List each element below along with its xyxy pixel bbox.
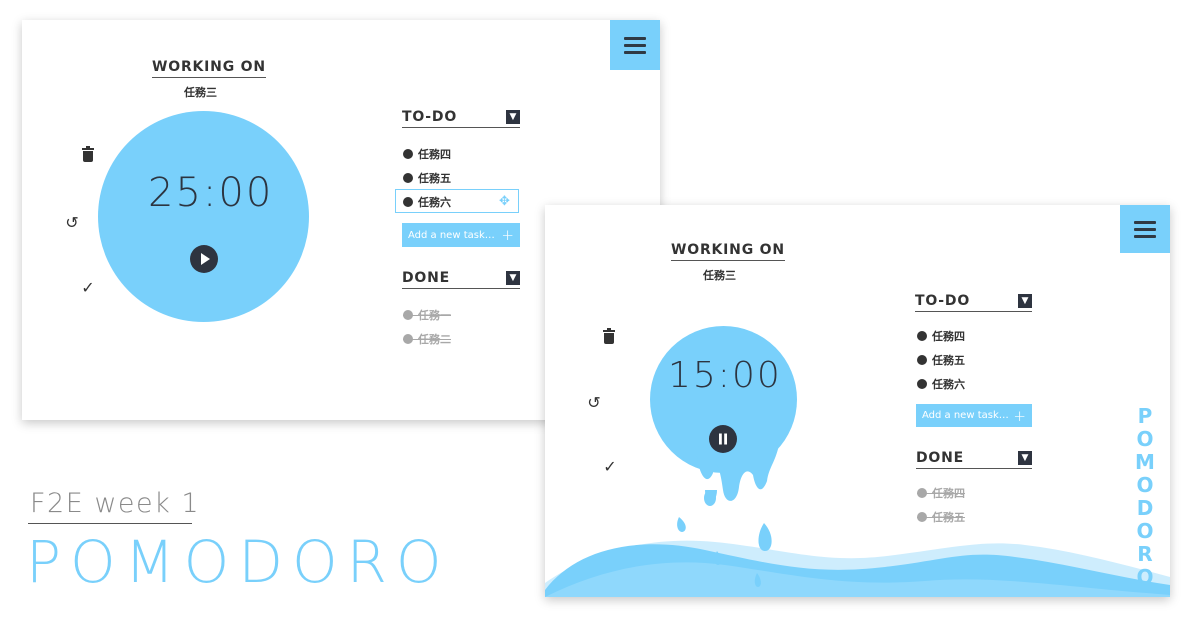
bullet-icon <box>917 379 927 389</box>
todo-item[interactable]: 任務四 <box>917 328 965 344</box>
melting-drips <box>677 445 779 587</box>
brand-letter: O <box>1136 473 1154 497</box>
todo-item[interactable]: 任務五 <box>917 352 965 368</box>
done-item[interactable]: 任務四 <box>917 485 965 501</box>
reset-icon[interactable]: ↺ <box>63 214 81 232</box>
bullet-icon <box>917 331 927 341</box>
add-task-placeholder: Add a new task… <box>922 410 1009 421</box>
menu-bar <box>1134 227 1156 231</box>
done-item[interactable]: 任務一 <box>403 307 451 323</box>
subtitle-week: F2E week 1 <box>30 488 201 519</box>
menu-bar <box>624 43 646 47</box>
reset-icon[interactable]: ↺ <box>585 394 603 412</box>
strikethrough-line <box>917 493 965 494</box>
todo-item[interactable]: 任務六 <box>403 194 451 210</box>
current-task-name: 任務三 <box>184 86 217 99</box>
done-item[interactable]: 任務五 <box>917 509 965 525</box>
brand-letter: O <box>1136 565 1154 589</box>
hamburger-menu-button[interactable] <box>1120 205 1170 253</box>
menu-bar <box>624 36 646 40</box>
todo-item-label: 任務五 <box>932 354 965 367</box>
pomodoro-screen-running: WORKING ON 任務三 ↺ ✓ 15:00 TO-DO ▼ 任務四 任務五… <box>545 205 1170 597</box>
done-item[interactable]: 任務二 <box>403 331 451 347</box>
play-icon <box>201 253 210 265</box>
bullet-icon <box>403 149 413 159</box>
todo-label: TO-DO <box>915 293 971 309</box>
chevron-down-icon[interactable]: ▼ <box>506 110 520 124</box>
brand-letter: O <box>1136 519 1154 543</box>
chevron-down-icon[interactable]: ▼ <box>1018 451 1032 465</box>
todo-label: TO-DO <box>402 109 458 125</box>
brand-letter: P <box>1137 404 1153 428</box>
check-icon[interactable]: ✓ <box>601 458 619 476</box>
todo-item-label: 任務四 <box>932 330 965 343</box>
brand-vertical-text: P O M O D O R O <box>1132 405 1158 589</box>
add-task-input[interactable]: Add a new task… + <box>402 223 520 247</box>
hamburger-menu-button[interactable] <box>610 20 660 70</box>
play-button[interactable] <box>190 245 218 273</box>
bullet-icon <box>403 197 413 207</box>
subtitle-underline <box>28 523 192 524</box>
timer-display: 25:00 <box>148 170 274 216</box>
working-on-label: WORKING ON <box>671 242 785 261</box>
todo-item-label: 任務四 <box>418 148 451 161</box>
timer-circle <box>98 111 309 322</box>
bullet-icon <box>403 173 413 183</box>
add-task-input[interactable]: Add a new task… + <box>916 404 1032 427</box>
todo-item[interactable]: 任務六 <box>917 376 965 392</box>
brand-letter: O <box>1136 427 1154 451</box>
working-on-label: WORKING ON <box>152 59 266 78</box>
current-task-name: 任務三 <box>703 269 736 282</box>
brand-letter: D <box>1136 496 1154 520</box>
done-label: DONE <box>916 450 965 466</box>
trash-icon[interactable] <box>79 146 97 164</box>
pause-button[interactable] <box>709 425 737 453</box>
todo-item-label: 任務五 <box>418 172 451 185</box>
trash-icon[interactable] <box>600 328 618 346</box>
timer-display: 15:00 <box>668 355 782 396</box>
done-label: DONE <box>402 270 451 286</box>
chevron-down-icon[interactable]: ▼ <box>506 271 520 285</box>
done-section-header: DONE ▼ <box>402 270 520 289</box>
todo-item[interactable]: 任務四 <box>403 146 451 162</box>
strikethrough-line <box>403 339 451 340</box>
todo-section-header: TO-DO ▼ <box>402 109 520 128</box>
pause-icon <box>719 433 727 445</box>
todo-item[interactable]: 任務五 <box>403 170 451 186</box>
project-title: POMODORO <box>26 528 451 596</box>
todo-section-header: TO-DO ▼ <box>915 293 1032 312</box>
add-task-placeholder: Add a new task… <box>408 229 495 241</box>
brand-letter: M <box>1135 450 1155 474</box>
brand-letter: R <box>1137 542 1153 566</box>
drag-move-icon[interactable]: ✥ <box>499 195 510 208</box>
done-section-header: DONE ▼ <box>916 450 1032 469</box>
chevron-down-icon[interactable]: ▼ <box>1018 294 1032 308</box>
todo-item-label: 任務六 <box>418 196 451 209</box>
menu-bar <box>1134 220 1156 224</box>
plus-icon[interactable]: + <box>1013 407 1026 425</box>
menu-bar <box>624 50 646 54</box>
todo-item-label: 任務六 <box>932 378 965 391</box>
menu-bar <box>1134 234 1156 238</box>
check-icon[interactable]: ✓ <box>79 279 97 297</box>
strikethrough-line <box>403 315 451 316</box>
strikethrough-line <box>917 517 965 518</box>
plus-icon[interactable]: + <box>501 226 514 244</box>
bullet-icon <box>917 355 927 365</box>
